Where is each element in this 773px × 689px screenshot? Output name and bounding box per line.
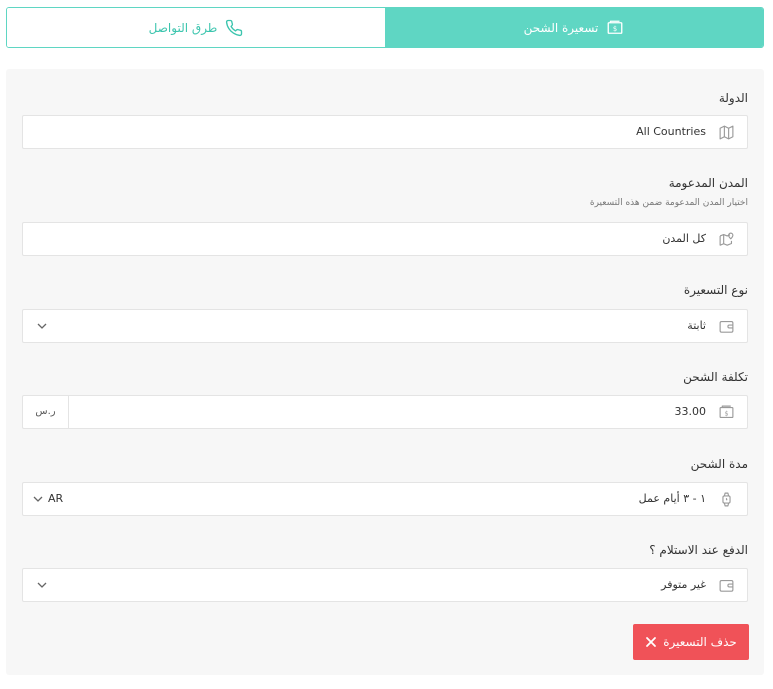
- chevron-down-icon: [37, 582, 47, 588]
- shipping-duration-field[interactable]: ١ - ٣ أيام عمل AR: [22, 482, 748, 516]
- watch-icon: [722, 492, 731, 507]
- country-value: All Countries: [636, 125, 706, 138]
- tab-shipping-pricing[interactable]: $ تسعيرة الشحن: [385, 8, 763, 47]
- delete-pricing-button[interactable]: حذف التسعيرة: [633, 624, 749, 660]
- pricing-type-value: ثابتة: [687, 319, 706, 332]
- tab-contact-methods-label: طرق التواصل: [148, 20, 218, 35]
- cod-label: الدفع عند الاستلام ؟: [649, 543, 748, 557]
- cod-select[interactable]: غير متوفر: [22, 568, 748, 602]
- cities-label: المدن المدعومة: [668, 176, 748, 190]
- country-label: الدولة: [718, 91, 748, 105]
- chevron-down-icon: [37, 323, 47, 329]
- money-icon: $: [719, 405, 734, 419]
- shipping-duration-label: مدة الشحن: [690, 457, 748, 471]
- location-icon: [719, 232, 734, 246]
- cities-field[interactable]: كل المدن: [22, 222, 748, 256]
- svg-text:$: $: [613, 25, 617, 33]
- shipping-cost-value: 33.00: [674, 405, 707, 418]
- pricing-type-select[interactable]: ثابتة: [22, 309, 748, 343]
- cities-value: كل المدن: [662, 232, 706, 245]
- language-selector[interactable]: AR: [48, 483, 63, 515]
- tab-bar: طرق التواصل $ تسعيرة الشحن: [6, 7, 764, 48]
- pricing-form-panel: الدولة All Countries المدن المدعومة اختي…: [6, 69, 764, 675]
- shipping-cost-label: تكلفة الشحن: [683, 370, 748, 384]
- cities-hint: اختيار المدن المدعومة ضمن هذه التسعيرة: [589, 198, 748, 208]
- shipping-cost-field[interactable]: $ 33.00 ر.س: [22, 395, 748, 429]
- map-icon: [719, 125, 734, 140]
- pricing-type-label: نوع التسعيرة: [683, 283, 748, 297]
- wallet-icon: [719, 320, 734, 333]
- cod-value: غير متوفر: [661, 578, 706, 591]
- svg-text:$: $: [724, 409, 728, 417]
- close-icon: [646, 637, 657, 647]
- phone-icon: [226, 19, 243, 36]
- wallet-icon: [719, 579, 734, 592]
- shipping-duration-value: ١ - ٣ أيام عمل: [638, 492, 706, 505]
- delete-pricing-label: حذف التسعيرة: [663, 635, 737, 649]
- tab-contact-methods[interactable]: طرق التواصل: [7, 8, 385, 47]
- currency-suffix: ر.س: [23, 396, 69, 428]
- country-field[interactable]: All Countries: [22, 115, 748, 149]
- tab-shipping-pricing-label: تسعيرة الشحن: [523, 20, 599, 35]
- chevron-down-icon: [33, 496, 43, 502]
- money-icon: $: [607, 20, 623, 34]
